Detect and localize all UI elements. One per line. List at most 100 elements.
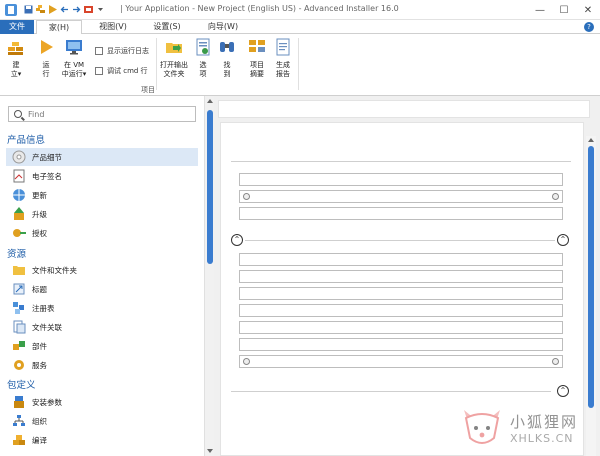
advanced-installer-icon[interactable] (4, 3, 18, 17)
sidebar-item-label: 组织 (32, 416, 47, 426)
scroll-up-arrow-icon[interactable] (207, 99, 213, 103)
sidebar-item-file-associations[interactable]: 文件关联 (6, 318, 198, 336)
build-icon[interactable] (36, 5, 45, 14)
scroll-up-arrow-icon[interactable] (588, 138, 594, 142)
debug-cmd-checkbox[interactable]: 调试 cmd 行 (95, 66, 148, 76)
field-button-icon[interactable] (552, 193, 559, 200)
minimize-button[interactable]: — (528, 0, 552, 20)
generate-report-button[interactable]: 生成 报告 (272, 38, 294, 79)
text-field-with-buttons[interactable] (239, 190, 563, 203)
help-icon[interactable]: ? (584, 22, 594, 32)
text-field[interactable] (239, 207, 563, 220)
service-icon (14, 360, 24, 370)
collapse-section-icon[interactable]: ⌃ (557, 234, 569, 246)
run-button[interactable]: 运 行 (36, 38, 56, 79)
save-icon[interactable] (24, 5, 33, 14)
sidebar-item-build[interactable]: 编译 (6, 431, 198, 449)
tab-view[interactable]: 视图(V) (96, 20, 130, 34)
ribbon-group-label: 项目 (141, 86, 155, 94)
run-in-vm-button[interactable]: 在 VM 中运行▾ (58, 38, 90, 79)
category-resources[interactable]: 资源 (7, 246, 26, 260)
run-icon[interactable] (48, 5, 57, 14)
search-input[interactable] (28, 109, 188, 119)
tab-home[interactable]: 家(H) (36, 20, 82, 35)
maximize-button[interactable]: ☐ (552, 0, 576, 20)
binoculars-icon (220, 42, 234, 52)
scrollbar-thumb[interactable] (207, 110, 213, 264)
sidebar-item-label: 文件关联 (32, 322, 62, 332)
sidebar-item-components[interactable]: 部件 (6, 337, 198, 355)
collapse-section-icon[interactable]: ⌃ (231, 234, 243, 246)
report-icon (276, 38, 290, 56)
close-button[interactable]: ✕ (576, 0, 600, 20)
sidebar-item-label: 安装参数 (32, 397, 62, 407)
scrollbar-thumb[interactable] (588, 146, 594, 408)
options-label: 选 项 (199, 61, 207, 78)
options-document-icon (196, 38, 210, 56)
tab-wizard[interactable]: 向导(W) (206, 20, 240, 34)
find-label: 找 到 (223, 61, 231, 78)
tab-settings[interactable]: 设置(S) (150, 20, 184, 34)
text-field[interactable] (239, 253, 563, 266)
quick-access-toolbar (24, 5, 105, 14)
sidebar-item-label: 文件和文件夹 (32, 265, 77, 275)
sidebar-item-license[interactable]: 授权 (6, 224, 198, 242)
window-controls: — ☐ ✕ (528, 0, 600, 20)
checkbox-box[interactable] (95, 47, 103, 55)
sidebar-item-files-folders[interactable]: 文件和文件夹 (6, 261, 198, 279)
sidebar-item-label: 注册表 (32, 303, 55, 313)
category-package-definition[interactable]: 包定义 (7, 377, 36, 391)
project-summary-button[interactable]: 项目 摘要 (246, 38, 268, 79)
component-icon (13, 341, 25, 350)
text-field[interactable] (239, 173, 563, 186)
text-field[interactable] (239, 321, 563, 334)
file-association-icon (13, 320, 26, 334)
sidebar-item-services[interactable]: 服务 (6, 356, 198, 374)
sidebar-item-digital-signature[interactable]: 电子签名 (6, 167, 198, 185)
field-button-icon[interactable] (243, 358, 250, 365)
text-field[interactable] (239, 338, 563, 351)
find-box[interactable] (8, 106, 196, 122)
tab-file[interactable]: 文件 (0, 20, 34, 34)
flag-icon[interactable] (84, 5, 93, 14)
field-button-icon[interactable] (243, 193, 250, 200)
options-button[interactable]: 选 项 (194, 38, 212, 79)
forward-arrow-icon[interactable] (72, 5, 81, 14)
navigation-scrollbar[interactable] (204, 96, 214, 456)
sidebar-item-label: 部件 (32, 341, 47, 351)
find-button[interactable]: 找 到 (218, 38, 236, 79)
sidebar-item-label: 更新 (32, 190, 47, 200)
text-field[interactable] (239, 304, 563, 317)
watermark: 小狐狸网 XHLKS.CN (458, 402, 598, 454)
back-arrow-icon[interactable] (60, 5, 69, 14)
sidebar-item-install-parameters[interactable]: 安装参数 (6, 393, 198, 411)
install-parameters-icon (14, 396, 24, 408)
text-field[interactable] (239, 270, 563, 283)
sidebar-item-registry[interactable]: 注册表 (6, 299, 198, 317)
text-field-with-buttons[interactable] (239, 355, 563, 368)
scroll-down-arrow-icon[interactable] (207, 449, 213, 453)
sidebar-item-upgrade[interactable]: 升级 (6, 205, 198, 223)
field-button-icon[interactable] (552, 358, 559, 365)
sidebar-item-shortcuts[interactable]: 标题 (6, 280, 198, 298)
build-icon (13, 435, 25, 445)
build-button[interactable]: 建 立▾ (4, 38, 28, 79)
search-icon (14, 110, 22, 118)
checkbox-box[interactable] (95, 67, 103, 75)
registry-icon (13, 302, 24, 314)
license-icon (13, 229, 26, 237)
sidebar-item-organization[interactable]: 组织 (6, 412, 198, 430)
sidebar-item-update[interactable]: 更新 (6, 186, 198, 204)
ribbon-tabs: 文件 家(H) 视图(V) 设置(S) 向导(W) ? (0, 20, 600, 35)
customize-dropdown-icon[interactable] (96, 5, 105, 14)
text-field[interactable] (239, 287, 563, 300)
watermark-en: XHLKS.CN (510, 432, 574, 445)
shortcut-icon (13, 283, 25, 295)
category-product-info[interactable]: 产品信息 (7, 132, 45, 146)
sidebar-item-product-details[interactable]: 产品细节 (6, 148, 198, 166)
summary-bricks-icon (249, 40, 265, 52)
collapse-section-icon[interactable]: ⌃ (557, 385, 569, 397)
show-run-log-checkbox[interactable]: 显示运行日志 (95, 46, 149, 56)
open-output-folder-button[interactable]: 打开输出 文件夹 (158, 38, 190, 79)
sidebar-item-label: 授权 (32, 228, 47, 238)
